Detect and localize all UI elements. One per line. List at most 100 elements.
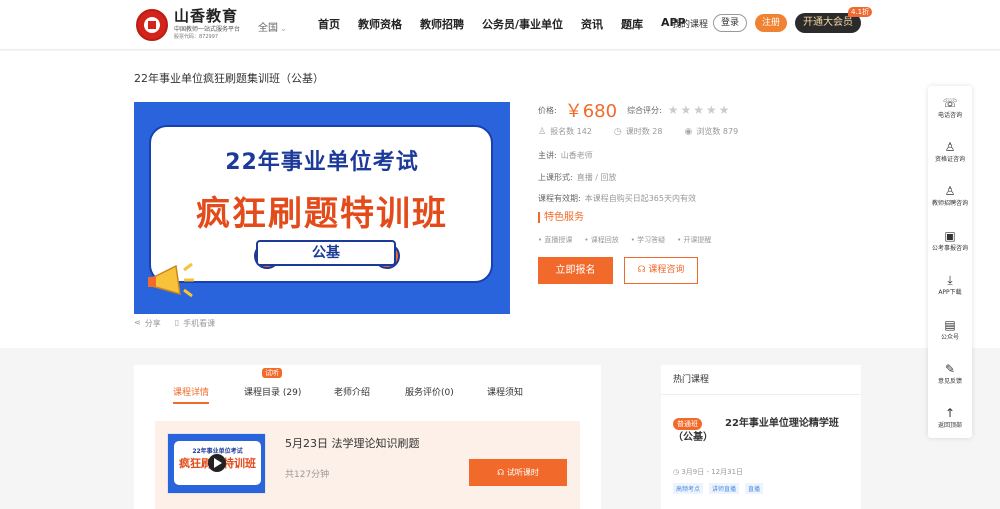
- wechat-icon: ▤: [944, 318, 956, 332]
- nav-teacher-qualification[interactable]: 教师资格: [358, 16, 402, 32]
- logo[interactable]: 山香教育 中国教师一站式服务平台 股票代码：872997: [136, 8, 240, 41]
- feature-item: • 课程回放: [584, 236, 619, 244]
- float-qualification-consult[interactable]: ♙ 资格证咨询: [928, 140, 972, 164]
- format-value: 直播 / 回放: [576, 173, 617, 182]
- float-app-download[interactable]: ⤓ APP下载: [928, 273, 972, 297]
- lecturer-value: 山香老师: [560, 151, 593, 160]
- region-select[interactable]: 全国 ⌄: [258, 19, 287, 34]
- doc-icon: ▣: [944, 229, 956, 243]
- hot-course-date: ◷ 3月9日 - 12月31日: [673, 467, 743, 477]
- nav-home[interactable]: 首页: [318, 16, 340, 32]
- trial-badge: 试听: [262, 368, 282, 378]
- person-icon: ♙: [944, 140, 956, 154]
- consult-button[interactable]: ☊ 课程咨询: [624, 257, 698, 284]
- chevron-down-icon: ⌄: [280, 24, 287, 33]
- megaphone-icon: [148, 262, 194, 298]
- lesson-item[interactable]: 22年事业单位考试 疯狂刷题特训班 5月23日 法学理论知识刷题 共127分钟 …: [155, 421, 580, 509]
- view-count-text: 浏览数 879: [696, 127, 739, 136]
- consult-label: 课程咨询: [648, 265, 685, 275]
- price-row: 价格: ￥680 综合评分: ★★★★★: [538, 98, 732, 122]
- tag: 高频考点: [673, 483, 704, 494]
- float-label: 公众号: [940, 334, 959, 341]
- tab-service-review[interactable]: 服务评价(0): [405, 385, 454, 398]
- hot-courses-heading: 热门课程: [661, 365, 861, 395]
- trial-listen-button[interactable]: ☊ 试听课时: [469, 459, 567, 486]
- nav-question-bank[interactable]: 题库: [621, 16, 643, 32]
- lesson-count: ◷ 课时数 28: [614, 126, 663, 137]
- feature-item: • 开课提醒: [677, 236, 712, 244]
- lesson-count-text: 课时数 28: [625, 127, 663, 136]
- float-label: 意见反馈: [937, 378, 962, 385]
- feature-item: • 直播授课: [538, 236, 573, 244]
- hot-courses-card: 热门课程 22年事业单位理论精学班（公基） 普通班 ◷ 3月9日 - 12月31…: [661, 365, 861, 509]
- lecturer-row: 主讲: 山香老师: [538, 150, 593, 161]
- rating-label: 综合评分:: [627, 105, 662, 115]
- float-label: APP下载: [938, 289, 962, 296]
- course-banner: 22年事业单位考试 疯狂刷题特训班 公基: [134, 102, 510, 314]
- float-recruit-consult[interactable]: ♙ 教师招聘咨询: [928, 184, 972, 208]
- headset-icon: ☊: [637, 265, 649, 275]
- enroll-button[interactable]: 立即报名: [538, 257, 613, 284]
- download-icon: ⤓: [947, 273, 953, 287]
- hot-course-tags: 高频考点 讲师直播 直播: [673, 483, 769, 494]
- feature-title: 特色服务: [538, 212, 584, 223]
- validity-row: 课程有效期: 本课程自购买日起365天内有效: [538, 193, 696, 204]
- enroll-count-text: 报名数 142: [550, 127, 592, 136]
- play-icon[interactable]: [208, 454, 226, 472]
- validity-value: 本课程自购买日起365天内有效: [584, 194, 696, 203]
- float-civil-consult[interactable]: ▣ 公考事报咨询: [928, 229, 972, 253]
- float-label: 公考事报咨询: [931, 245, 968, 252]
- login-button[interactable]: 登录: [713, 14, 747, 32]
- site-header: 山香教育 中国教师一站式服务平台 股票代码：872997 全国 ⌄ 首页 教师资格…: [0, 0, 1000, 50]
- share-icon[interactable]: ⋖: [134, 318, 141, 329]
- tab-course-notice[interactable]: 课程须知: [487, 385, 523, 398]
- float-label: 资格证咨询: [934, 156, 965, 163]
- format-row: 上课形式: 直播 / 回放: [538, 172, 616, 183]
- user-icon: ♙: [538, 126, 547, 137]
- nav-teacher-recruitment[interactable]: 教师招聘: [420, 16, 464, 32]
- float-label: 教师招聘咨询: [931, 200, 968, 207]
- register-button[interactable]: 注册: [755, 14, 787, 32]
- eye-icon: ◉: [684, 126, 693, 137]
- stats-row: ♙ 报名数 142 ◷ 课时数 28 ◉ 浏览数 879: [538, 126, 760, 137]
- mobile-view-link[interactable]: 手机看课: [183, 318, 215, 329]
- class-type-badge: 普通班: [673, 418, 702, 430]
- lesson-duration: 共127分钟: [285, 470, 330, 480]
- float-official-account[interactable]: ▤ 公众号: [928, 318, 972, 342]
- my-course-link[interactable]: 我的课程: [672, 17, 708, 30]
- person-icon: ♙: [944, 184, 956, 198]
- banner-tag: 公基: [256, 240, 396, 266]
- vip-discount-badge: 4.1折: [848, 7, 873, 17]
- float-label: 电话咨询: [937, 112, 962, 119]
- logo-name: 山香教育: [174, 7, 239, 25]
- validity-label: 课程有效期:: [538, 194, 581, 203]
- tag: 讲师直播: [709, 483, 740, 494]
- headset-icon: ☊: [497, 468, 507, 477]
- format-label: 上课形式:: [538, 173, 573, 182]
- float-back-to-top[interactable]: ↑ 返回顶部: [928, 406, 972, 430]
- tab-course-catalog[interactable]: 课程目录 (29): [244, 385, 301, 398]
- enroll-count: ♙ 报名数 142: [538, 126, 592, 137]
- lesson-title: 5月23日 法学理论知识刷题: [285, 437, 420, 450]
- tab-teacher-intro[interactable]: 老师介绍: [334, 385, 370, 398]
- phone-icon[interactable]: ▯: [175, 318, 179, 329]
- lesson-thumbnail[interactable]: 22年事业单位考试 疯狂刷题特训班: [167, 433, 266, 494]
- lecturer-label: 主讲:: [538, 151, 557, 160]
- tab-course-detail[interactable]: 课程详情: [173, 385, 210, 404]
- price-label: 价格:: [538, 105, 557, 115]
- price-value: ￥680: [564, 101, 618, 122]
- float-label: 返回顶部: [937, 422, 962, 429]
- main-nav: 首页 教师资格 教师招聘 公务员/事业单位 资讯 题库 APP: [318, 16, 704, 32]
- region-label: 全国: [258, 23, 278, 34]
- float-feedback[interactable]: ✎ 意见反馈: [928, 362, 972, 386]
- share-link[interactable]: 分享: [145, 318, 161, 329]
- share-row: ⋖ 分享 ▯ 手机看课: [134, 318, 219, 329]
- float-phone-consult[interactable]: ☏ 电话咨询: [928, 96, 972, 120]
- nav-news[interactable]: 资讯: [581, 16, 603, 32]
- floating-service-bar: ☏ 电话咨询 ♙ 资格证咨询 ♙ 教师招聘咨询 ▣ 公考事报咨询 ⤓ APP下载 ▤ 公众号…: [928, 86, 972, 438]
- listen-label: 试听课时: [506, 468, 539, 477]
- stock-code: 股票代码：872997: [174, 34, 219, 40]
- phone-icon: ☏: [942, 96, 958, 110]
- nav-civil-service[interactable]: 公务员/事业单位: [482, 16, 563, 32]
- banner-line2: 疯狂刷题特训班: [196, 194, 448, 234]
